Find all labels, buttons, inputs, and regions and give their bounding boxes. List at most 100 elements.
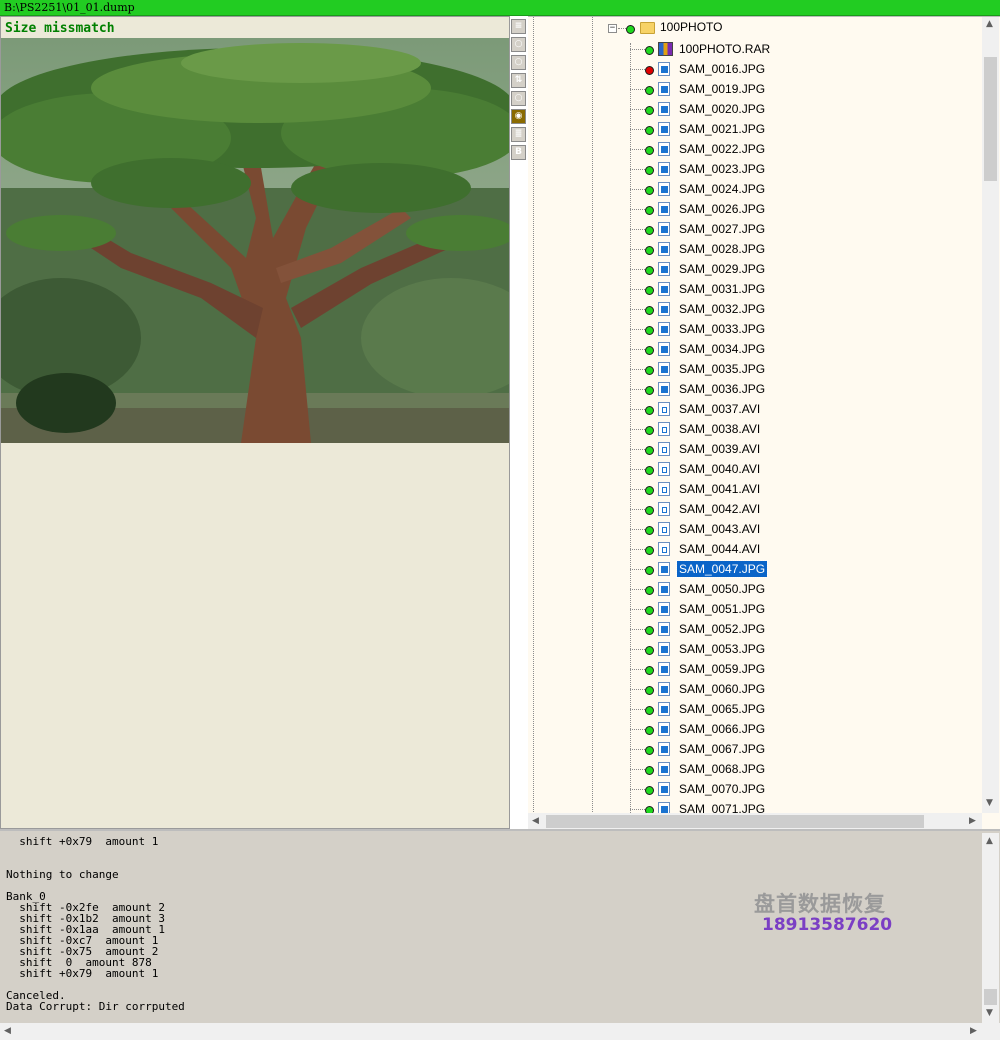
tree-item-label[interactable]: SAM_0041.AVI <box>677 481 762 497</box>
tree-item-label[interactable]: SAM_0059.JPG <box>677 661 767 677</box>
image-file-icon <box>658 662 670 676</box>
folder-expander[interactable]: − <box>608 24 617 33</box>
scroll-down-arrow[interactable]: ▼ <box>986 799 993 808</box>
tree-item-label[interactable]: SAM_0036.JPG <box>677 381 767 397</box>
tree-item-label[interactable]: SAM_0035.JPG <box>677 361 767 377</box>
image-file-icon <box>658 62 670 76</box>
tree-item-selected[interactable]: SAM_0047.JPG <box>675 560 769 578</box>
image-file-icon <box>658 742 670 756</box>
file-status-dot <box>645 406 654 415</box>
file-status-dot <box>645 746 654 755</box>
image-file-icon <box>658 722 670 736</box>
image-file-icon <box>658 322 670 336</box>
video-file-icon <box>658 522 670 536</box>
folder-status-dot <box>626 25 635 34</box>
bold-button[interactable]: B <box>511 145 526 160</box>
file-status-dot <box>645 126 654 135</box>
bold-icon: B <box>515 147 522 157</box>
file-status-dot <box>645 266 654 275</box>
tree-item-label[interactable]: SAM_0039.AVI <box>677 441 762 457</box>
video-file-icon <box>658 442 670 456</box>
image-file-icon <box>658 622 670 636</box>
file-tree: − 100PHOTO 100PHOTO.RAR SAM_0016.JPG SAM_0… <box>528 16 1000 829</box>
tree-item-label[interactable]: SAM_0066.JPG <box>677 721 767 737</box>
file-status-dot <box>645 586 654 595</box>
scroll-up-arrow[interactable]: ▲ <box>986 20 993 29</box>
file-status-dot <box>645 726 654 735</box>
tree-item-label[interactable]: SAM_0044.AVI <box>677 541 762 557</box>
tree-item-label[interactable]: SAM_0028.JPG <box>677 241 767 257</box>
log-scroll-up-arrow[interactable]: ▲ <box>986 837 993 846</box>
pin-button-3[interactable]: ○ <box>511 91 526 106</box>
log-output: shift +0x79 amount 1 Nothing to change Ban… <box>6 836 185 1012</box>
file-status-dot <box>645 506 654 515</box>
tree-item-label[interactable]: SAM_0053.JPG <box>677 641 767 657</box>
tree-vertical-scrollbar[interactable]: ▲ ▼ <box>982 17 999 813</box>
log-scroll-down-arrow[interactable]: ▼ <box>986 1009 993 1018</box>
text-view-button[interactable]: ≣ <box>511 127 526 142</box>
file-status-dot <box>645 306 654 315</box>
tree-item-label[interactable]: SAM_0019.JPG <box>677 81 767 97</box>
tree-item-label[interactable]: SAM_0027.JPG <box>677 221 767 237</box>
file-status-dot <box>645 46 654 55</box>
tree-item-label[interactable]: SAM_0051.JPG <box>677 601 767 617</box>
tree-item-label[interactable]: SAM_0070.JPG <box>677 781 767 797</box>
log-vertical-thumb[interactable] <box>984 989 997 1005</box>
swap-button[interactable]: ⇅ <box>511 73 526 88</box>
tree-vertical-thumb[interactable] <box>984 57 997 181</box>
tree-item-label[interactable]: SAM_0067.JPG <box>677 741 767 757</box>
log-scroll-right-arrow[interactable]: ▶ <box>970 1027 977 1036</box>
log-vertical-scrollbar[interactable]: ▲ ▼ <box>982 833 999 1023</box>
file-status-dot <box>645 626 654 635</box>
tree-item-label[interactable]: SAM_0037.AVI <box>677 401 762 417</box>
tree-item-label[interactable]: SAM_0021.JPG <box>677 121 767 137</box>
image-file-icon <box>658 182 670 196</box>
tree-item-label[interactable]: SAM_0042.AVI <box>677 501 762 517</box>
tree-item-label[interactable]: 100PHOTO.RAR <box>677 41 772 57</box>
scroll-left-arrow[interactable]: ◀ <box>532 817 539 826</box>
eye-button[interactable]: ◉ <box>511 109 526 124</box>
window-title: B:\PS2251\01_01.dump <box>4 1 135 14</box>
tree-item-label[interactable]: SAM_0020.JPG <box>677 101 767 117</box>
pin-button-2[interactable]: ○ <box>511 55 526 70</box>
tree-item-label[interactable]: SAM_0034.JPG <box>677 341 767 357</box>
tree-item-label[interactable]: SAM_0032.JPG <box>677 301 767 317</box>
file-status-dot <box>645 786 654 795</box>
tree-horizontal-thumb[interactable] <box>546 815 924 828</box>
tree-item-label[interactable]: SAM_0043.AVI <box>677 521 762 537</box>
tree-item-label[interactable]: SAM_0065.JPG <box>677 701 767 717</box>
pin-button-1[interactable]: ○ <box>511 37 526 52</box>
log-scroll-left-arrow[interactable]: ◀ <box>4 1027 11 1036</box>
tree-folder-label[interactable]: 100PHOTO <box>658 19 724 35</box>
tree-item-label[interactable]: SAM_0016.JPG <box>677 61 767 77</box>
list-view-button[interactable]: ≡ <box>511 19 526 34</box>
file-status-dot <box>645 446 654 455</box>
title-bar: B:\PS2251\01_01.dump <box>0 0 1000 16</box>
tree-item-label[interactable]: SAM_0040.AVI <box>677 461 762 477</box>
image-file-icon <box>658 262 670 276</box>
log-horizontal-scrollbar[interactable]: ◀ ▶ <box>0 1023 1000 1040</box>
image-file-icon <box>658 242 670 256</box>
video-file-icon <box>658 542 670 556</box>
tree-item-label[interactable]: SAM_0029.JPG <box>677 261 767 277</box>
tree-horizontal-scrollbar[interactable]: ◀ ▶ <box>528 813 982 829</box>
tree-item-label[interactable]: SAM_0060.JPG <box>677 681 767 697</box>
tree-item-label[interactable]: SAM_0026.JPG <box>677 201 767 217</box>
image-file-icon <box>658 122 670 136</box>
tree-item-label[interactable]: SAM_0031.JPG <box>677 281 767 297</box>
folder-icon <box>640 22 655 34</box>
file-status-dot <box>645 566 654 575</box>
tree-item-label[interactable]: SAM_0050.JPG <box>677 581 767 597</box>
file-status-dot <box>645 186 654 195</box>
tree-item-label[interactable]: SAM_0038.AVI <box>677 421 762 437</box>
tree-item-label[interactable]: SAM_0022.JPG <box>677 141 767 157</box>
file-status-dot <box>645 346 654 355</box>
tree-item-label[interactable]: SAM_0068.JPG <box>677 761 767 777</box>
status-message: Size missmatch <box>5 21 115 36</box>
tree-item-label[interactable]: SAM_0024.JPG <box>677 181 767 197</box>
tree-item-label[interactable]: SAM_0052.JPG <box>677 621 767 637</box>
tree-item-label[interactable]: SAM_0023.JPG <box>677 161 767 177</box>
tree-item-label[interactable]: SAM_0033.JPG <box>677 321 767 337</box>
image-file-icon <box>658 202 670 216</box>
scroll-right-arrow[interactable]: ▶ <box>969 817 976 826</box>
